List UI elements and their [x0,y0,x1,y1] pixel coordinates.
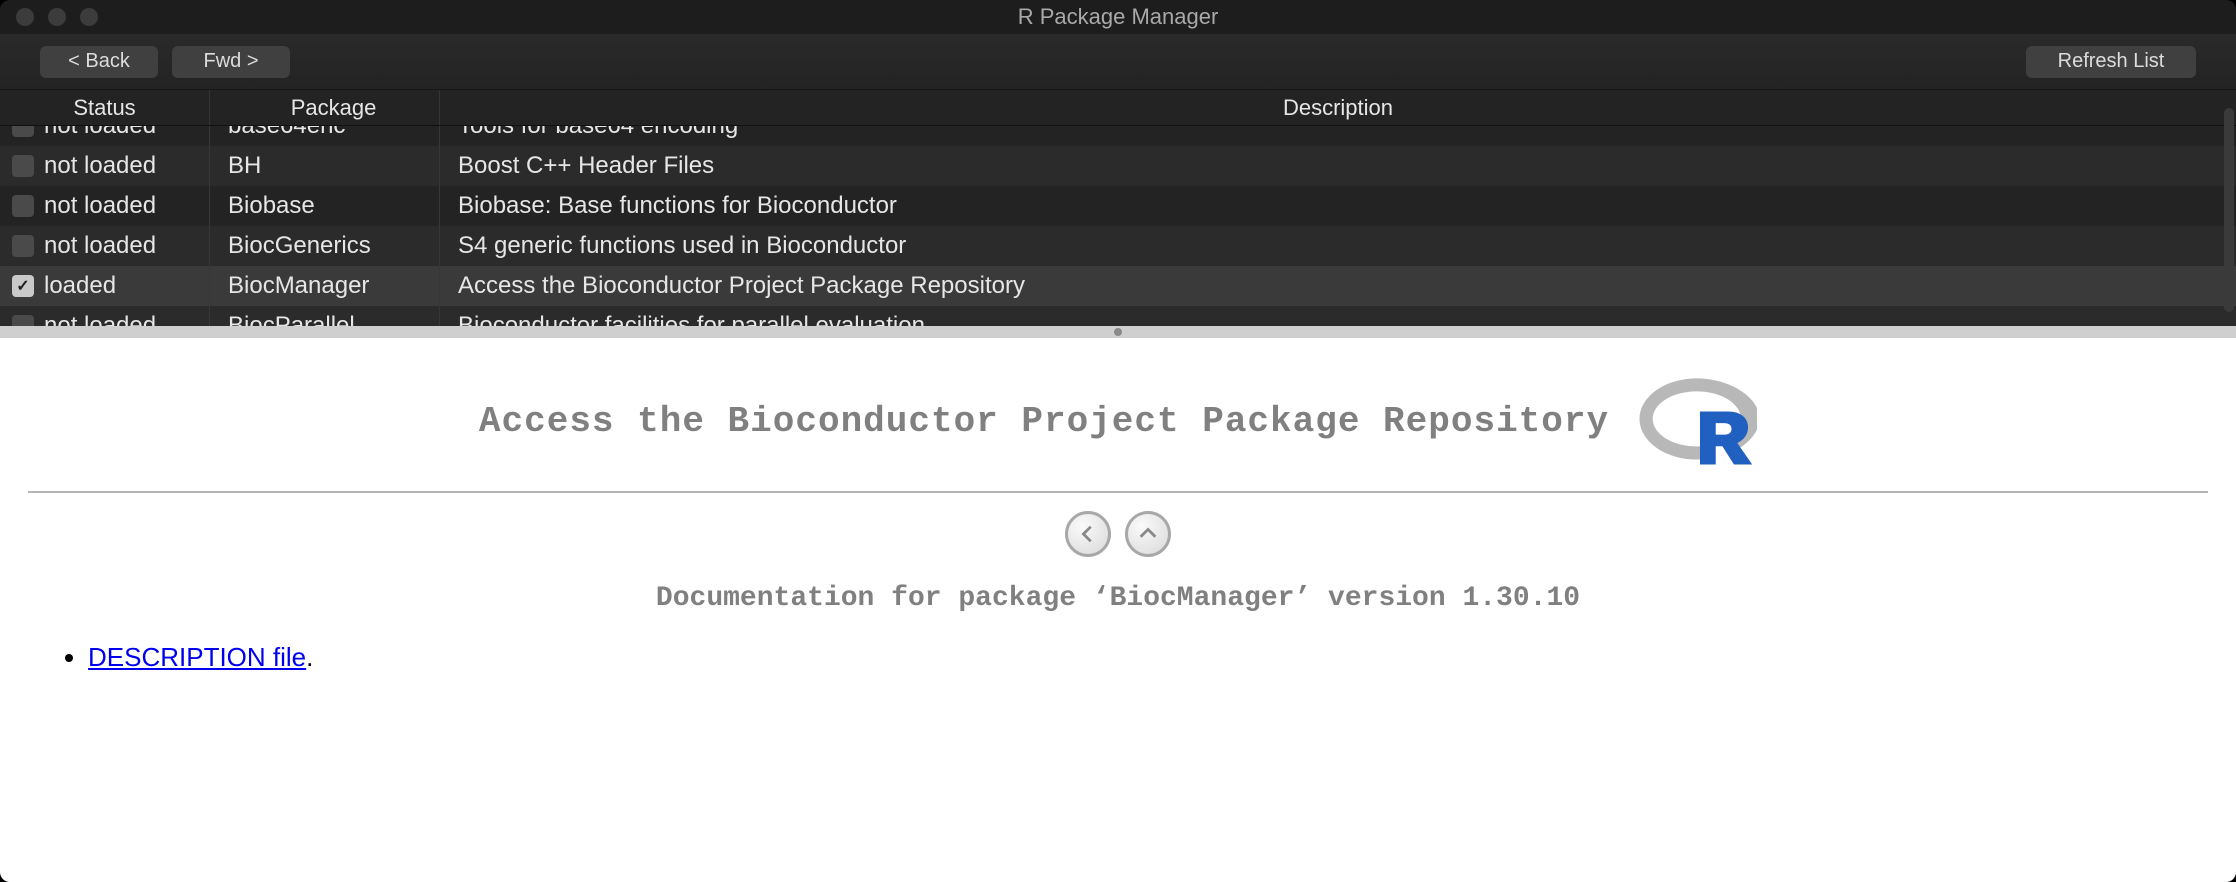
arrow-up-icon [1137,523,1159,545]
table-header: Status Package Description [0,90,2236,126]
cell-status: not loaded [0,306,210,326]
doc-link-list: DESCRIPTION file. [88,642,2208,673]
link-suffix: . [306,642,313,672]
back-button[interactable]: < Back [40,46,158,78]
table-row[interactable]: ✓ loaded BiocManagerAccess the Bioconducto… [0,266,2236,306]
cell-description: Tools for base64 encoding [440,126,2236,140]
pane-splitter[interactable] [0,326,2236,338]
arrow-left-icon [1077,523,1099,545]
cell-status: not loaded [0,186,210,226]
window: R Package Manager < Back Fwd > Refresh L… [0,0,2236,882]
doc-divider [28,491,2208,493]
loaded-checkbox[interactable]: ✓ [12,275,34,297]
doc-title: Access the Bioconductor Project Package … [479,401,1609,442]
cell-status: not loaded [0,226,210,266]
cell-package: base64enc [210,126,440,146]
cell-package: BH [210,146,440,186]
titlebar: R Package Manager [0,0,2236,34]
cell-description: Biobase: Base functions for Bioconductor [440,192,2236,220]
status-text: not loaded [44,312,156,326]
description-file-link[interactable]: DESCRIPTION file [88,642,306,672]
cell-package: BiocManager [210,266,440,306]
cell-description: Boost C++ Header Files [440,152,2236,180]
table-row[interactable]: not loaded BHBoost C++ Header Files [0,146,2236,186]
list-item: DESCRIPTION file. [88,642,2208,673]
table-row[interactable]: not loaded BiobaseBiobase: Base functions… [0,186,2236,226]
status-text: not loaded [44,232,156,260]
vertical-scrollbar[interactable] [2224,108,2234,312]
status-text: loaded [44,272,116,300]
toolbar: < Back Fwd > Refresh List [0,34,2236,90]
column-header-package[interactable]: Package [210,90,440,125]
cell-package: BiocParallel [210,306,440,326]
documentation-pane: Access the Bioconductor Project Package … [0,338,2236,882]
cell-description: S4 generic functions used in Bioconducto… [440,232,2236,260]
splitter-grip-icon [1114,328,1122,336]
table-row[interactable]: not loaded BiocParallelBioconductor facil… [0,306,2236,326]
cell-description: Access the Bioconductor Project Package … [440,272,2236,300]
status-text: not loaded [44,192,156,220]
loaded-checkbox[interactable] [12,155,34,177]
doc-up-button[interactable] [1125,511,1171,557]
status-text: not loaded [44,152,156,180]
refresh-list-button[interactable]: Refresh List [2026,46,2196,78]
cell-status: not loaded [0,146,210,186]
table-row[interactable]: not loaded base64encTools for base64 enco… [0,126,2236,146]
loaded-checkbox[interactable] [12,235,34,257]
cell-package: Biobase [210,186,440,226]
loaded-checkbox[interactable] [12,195,34,217]
doc-subtitle: Documentation for package ‘BiocManager’ … [28,583,2208,614]
table-body: not loaded base64encTools for base64 enco… [0,126,2236,326]
table-row[interactable]: not loaded BiocGenericsS4 generic functio… [0,226,2236,266]
column-header-status[interactable]: Status [0,90,210,125]
cell-status: not loaded [0,126,210,146]
r-logo-icon [1637,374,1757,469]
column-header-description[interactable]: Description [440,95,2236,121]
window-title: R Package Manager [0,4,2236,30]
loaded-checkbox[interactable] [12,126,34,137]
cell-package: BiocGenerics [210,226,440,266]
doc-prev-button[interactable] [1065,511,1111,557]
forward-button[interactable]: Fwd > [172,46,290,78]
cell-status: ✓ loaded [0,266,210,306]
loaded-checkbox[interactable] [12,315,34,326]
cell-description: Bioconductor facilities for parallel eva… [440,312,2236,326]
status-text: not loaded [44,126,156,140]
